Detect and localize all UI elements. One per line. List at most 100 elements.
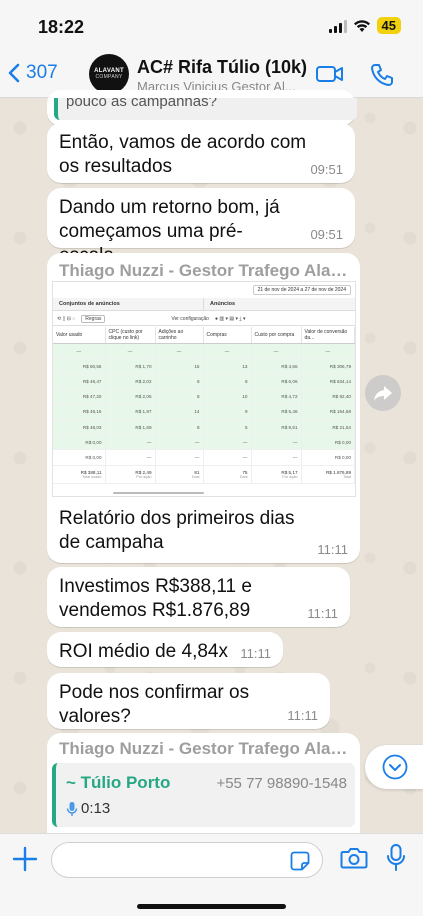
section-ad-sets: Conjuntos de anúncios — [53, 298, 204, 310]
camera-icon[interactable] — [340, 846, 368, 870]
report-totals-row: R$ 388,11 Total usado R$ 2,49 Por ação 81 T… — [53, 464, 355, 484]
report-scrollbar — [113, 492, 204, 494]
report-cell: 9 — [203, 404, 252, 420]
message-input-bar — [0, 833, 423, 916]
ads-report-image[interactable]: 21 de nov de 2024 a 27 de nov de 2024 Co… — [52, 281, 356, 497]
message-bubble[interactable]: Pode nos confirmar os valores? 11:11 — [47, 673, 330, 729]
report-row: R$ 60,56 R$ 1,70 16 13 R$ 4,66 R$ 306,79 — [53, 358, 355, 375]
forward-icon — [374, 386, 392, 401]
message-bubble[interactable]: Dando um retorno bom, já começamos uma p… — [47, 188, 355, 266]
report-cell: R$ 1,97 — [105, 404, 156, 420]
report-cell: R$ 0,00 — [301, 449, 355, 466]
chevron-left-icon — [8, 63, 20, 83]
report-cell: R$ 92,40 — [301, 389, 355, 405]
sender-name[interactable]: Thiago Nuzzi - Gestor Trafego Alav... — [47, 253, 360, 281]
report-col: CPC (custo por clique no link) — [105, 327, 156, 344]
message-bubble[interactable]: ROI médio de 4,84x 11:11 — [47, 632, 283, 667]
report-total-cell: 81 Total — [155, 464, 204, 484]
report-cell: R$ 47,20 — [53, 389, 106, 405]
report-col: Adições ao carrinho — [155, 327, 204, 344]
image-caption: Relatório dos primeiros dias de campaha — [59, 508, 295, 553]
report-cell: R$ 21,54 — [301, 419, 355, 436]
report-cell: R$ 0,00 — [53, 449, 106, 466]
report-cell: 5 — [203, 419, 252, 436]
report-table: Valor usado CPC (custo por clique no lin… — [53, 327, 355, 484]
report-cell: — — [155, 343, 204, 360]
report-cell: — — [155, 434, 204, 451]
quoted-contact-phone: +55 77 98890-1548 — [216, 775, 347, 792]
plus-icon[interactable] — [12, 846, 38, 872]
report-cell: 16 — [155, 358, 204, 375]
report-row: R$ 47,20 R$ 2,05 8 10 R$ 4,72 R$ 92,40 — [53, 389, 355, 405]
sender-name[interactable]: Thiago Nuzzi - Gestor Trafego Alav... — [47, 733, 360, 759]
report-cell: 8 — [155, 389, 204, 405]
report-cell: R$ 4,72 — [251, 389, 302, 405]
microphone-icon — [66, 801, 78, 816]
report-cell: — — [203, 449, 252, 466]
battery-indicator: 45 — [376, 17, 401, 34]
forward-button[interactable] — [365, 375, 401, 411]
quoted-audio-message[interactable]: ~ Túlio Porto +55 77 98890-1548 0:13 — [52, 763, 355, 827]
report-cell: R$ 2,05 — [105, 389, 156, 405]
quoted-text: pouco as campanhas? — [66, 98, 217, 110]
report-cell: R$ 0,00 — [53, 434, 106, 451]
scroll-to-bottom-button[interactable] — [365, 745, 423, 789]
report-header-row: Valor usado CPC (custo por clique no lin… — [53, 327, 355, 344]
report-cell: R$ 60,56 — [53, 358, 106, 375]
report-toolbar: ⟲ ▯ ⊟ ◌ Regras Ver configuração ● ▥ ▾ ▤ … — [53, 312, 355, 326]
status-icons: 45 — [328, 17, 401, 34]
message-bubble[interactable]: Então, vamos de acordo com os resultados… — [47, 123, 355, 183]
report-row: R$ 48,03 R$ 1,69 8 5 R$ 9,61 R$ 21,54 — [53, 419, 355, 436]
report-row: R$ 0,00 — — — — R$ 0,00 — [53, 434, 355, 451]
report-cell: R$ 4,66 — [251, 358, 302, 375]
back-button[interactable]: 307 — [8, 62, 58, 84]
sticker-icon[interactable] — [290, 851, 310, 871]
message-time: 11:11 — [307, 606, 338, 621]
report-cell: — — [105, 434, 156, 451]
report-cell: — — [105, 449, 156, 466]
message-bubble[interactable]: Investimos R$388,11 e vendemos R$1.876,8… — [47, 567, 350, 627]
status-bar: 18:22 45 — [0, 0, 423, 52]
report-row: R$ 0,00 — — — — R$ 0,00 — [53, 449, 355, 466]
report-sections: Conjuntos de anúncios Anúncios — [53, 298, 355, 311]
report-cell: R$ 2,02 — [105, 373, 156, 390]
report-col: Custo por compra — [251, 327, 302, 344]
microphone-icon[interactable] — [385, 843, 407, 873]
report-date-range: 21 de nov de 2024 a 27 de nov de 2024 — [252, 285, 351, 295]
report-cell: — — [155, 449, 204, 466]
message-time: 11:11 — [240, 646, 271, 661]
report-cell: R$ 306,79 — [301, 358, 355, 375]
report-col: Compras — [203, 327, 252, 344]
group-avatar[interactable]: ALAVANT COMPANY — [89, 54, 129, 94]
section-ads: Anúncios — [210, 301, 236, 307]
toolbar-config: Ver configuração — [171, 315, 209, 322]
message-time: 11:11 — [287, 708, 318, 723]
rules-dropdown: Regras — [81, 314, 106, 323]
report-total-cell: R$ 1.876,89 Total — [301, 464, 355, 484]
report-cell: — — [251, 343, 302, 360]
report-cell: 13 — [203, 358, 252, 375]
report-col: Valor de conversão da... — [301, 327, 355, 344]
phone-call-icon[interactable] — [369, 62, 395, 88]
quoted-message: pouco as campanhas? — [54, 98, 357, 120]
report-cell: R$ 49,16 — [53, 404, 106, 420]
message-time: 09:51 — [310, 162, 343, 177]
message-text: Então, vamos de acordo com os resultados — [59, 132, 307, 177]
report-cell: — — [105, 343, 156, 360]
back-count: 307 — [26, 62, 58, 83]
toolbar-right-icons: ● ▥ ▾ ▤ ▾ ⤓ ▾ — [214, 315, 246, 322]
report-cell: — — [203, 343, 252, 360]
signal-icon — [328, 19, 347, 33]
message-input[interactable] — [51, 842, 323, 878]
avatar-line2: COMPANY — [95, 74, 123, 80]
report-cell: 8 — [203, 373, 252, 390]
video-call-icon[interactable] — [315, 62, 345, 86]
report-cell: — — [203, 434, 252, 451]
chat-title[interactable]: AC# Rifa Túlio (10k) — [137, 57, 307, 78]
report-cell: R$ 1,70 — [105, 358, 156, 375]
status-time: 18:22 — [38, 17, 85, 37]
message-text: Investimos R$388,11 e vendemos R$1.876,8… — [59, 576, 252, 621]
report-cell: 14 — [155, 404, 204, 420]
report-cell: R$ 1,69 — [105, 419, 156, 436]
audio-info: 0:13 — [66, 800, 110, 817]
